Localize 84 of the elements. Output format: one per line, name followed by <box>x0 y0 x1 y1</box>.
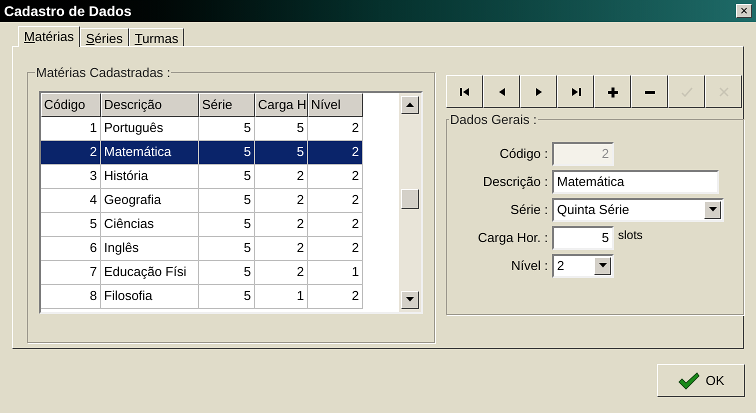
close-button[interactable]: × <box>736 4 752 18</box>
table-cell: Inglês <box>101 236 199 260</box>
table-cell: História <box>101 164 199 188</box>
window-title: Cadastro de Dados <box>4 2 132 20</box>
field-label: Código : <box>498 144 548 163</box>
table-cell: 5 <box>255 140 308 164</box>
scrollbar[interactable] <box>399 92 421 312</box>
scroll-down-button[interactable] <box>401 290 419 308</box>
table-cell: 1 <box>308 260 363 284</box>
checkmark-icon <box>678 372 700 390</box>
table-cell: 5 <box>199 236 255 260</box>
caret-icon <box>406 297 414 302</box>
caret-up-icon <box>406 102 414 107</box>
table-cell: 1 <box>255 284 308 308</box>
scroll-thumb[interactable] <box>401 188 419 208</box>
table-cell: 3 <box>41 164 101 188</box>
table-cell: 5 <box>199 140 255 164</box>
caret-icon <box>708 207 716 212</box>
input-field[interactable]: Matemática <box>552 170 719 194</box>
table-cell: 5 <box>255 116 308 140</box>
group-title: Matérias Cadastradas : <box>35 64 172 82</box>
table-cell: 1 <box>41 116 101 140</box>
column-header[interactable]: Nível <box>308 92 363 116</box>
table-cell: 5 <box>199 212 255 236</box>
table-cell: 5 <box>199 188 255 212</box>
table-cell: 2 <box>308 284 363 308</box>
table-cell: 2 <box>308 236 363 260</box>
table-cell: 5 <box>199 164 255 188</box>
field-label: Carga Hor. : <box>476 228 548 247</box>
toolbar-button[interactable] <box>446 75 483 108</box>
table-cell: 5 <box>41 212 101 236</box>
table-cell: Geografia <box>101 188 199 212</box>
table-cell: Matemática <box>101 140 199 164</box>
table-cell: 2 <box>308 116 363 140</box>
scroll-up-button[interactable] <box>401 96 419 114</box>
dropdown-field[interactable]: 2 <box>552 254 614 278</box>
table-cell: Português <box>101 116 199 140</box>
tab[interactable]: Matérias <box>18 26 80 47</box>
dropdown-field[interactable]: Quinta Série <box>552 198 724 222</box>
table-cell: 2 <box>255 164 308 188</box>
tab[interactable]: Turmas <box>128 28 184 46</box>
ok-button[interactable]: OK <box>657 364 745 397</box>
skip-back-icon <box>458 86 472 98</box>
toolbar-button[interactable] <box>557 75 594 108</box>
column-header[interactable]: Série <box>199 92 255 116</box>
column-header[interactable]: Código <box>41 92 101 116</box>
table-cell: 2 <box>255 212 308 236</box>
table-cell: Educação Físi <box>101 260 199 284</box>
table-cell: 2 <box>255 188 308 212</box>
toolbar-button[interactable] <box>483 75 520 108</box>
table-cell: 2 <box>308 188 363 212</box>
checkmark-icon <box>680 86 694 98</box>
input-field[interactable]: 5 <box>552 226 614 250</box>
field-label: Descrição : <box>482 172 548 191</box>
field-label: Nível : <box>510 256 548 275</box>
dropdown-button[interactable] <box>704 200 721 218</box>
table-cell: 6 <box>41 236 101 260</box>
column-header[interactable]: Carga H <box>255 92 308 116</box>
table-cell: 7 <box>41 260 101 284</box>
plus-icon <box>606 86 620 98</box>
caret-icon <box>598 263 606 268</box>
table-cell: 2 <box>255 260 308 284</box>
table-cell: 5 <box>199 116 255 140</box>
x-icon <box>716 86 730 98</box>
table-cell: 2 <box>41 140 101 164</box>
table-cell: 8 <box>41 284 101 308</box>
table-cell: 2 <box>308 164 363 188</box>
tab[interactable]: Séries <box>80 28 129 46</box>
group-title: Dados Gerais : <box>449 111 538 129</box>
unit-label: slots <box>618 226 643 244</box>
table-cell: 2 <box>308 140 363 164</box>
table-cell: 5 <box>199 284 255 308</box>
toolbar-button[interactable] <box>631 75 668 108</box>
table-cell: 5 <box>199 260 255 284</box>
table-cell: Ciências <box>101 212 199 236</box>
table-cell: Filosofia <box>101 284 199 308</box>
column-header[interactable]: Descrição <box>101 92 199 116</box>
dropdown-button[interactable] <box>594 256 611 274</box>
field-label: Série : <box>509 200 548 219</box>
toolbar-button[interactable] <box>520 75 557 108</box>
toolbar-button[interactable] <box>594 75 631 108</box>
table-cell: 4 <box>41 188 101 212</box>
table-cell: 2 <box>255 236 308 260</box>
table-cell: 2 <box>308 212 363 236</box>
